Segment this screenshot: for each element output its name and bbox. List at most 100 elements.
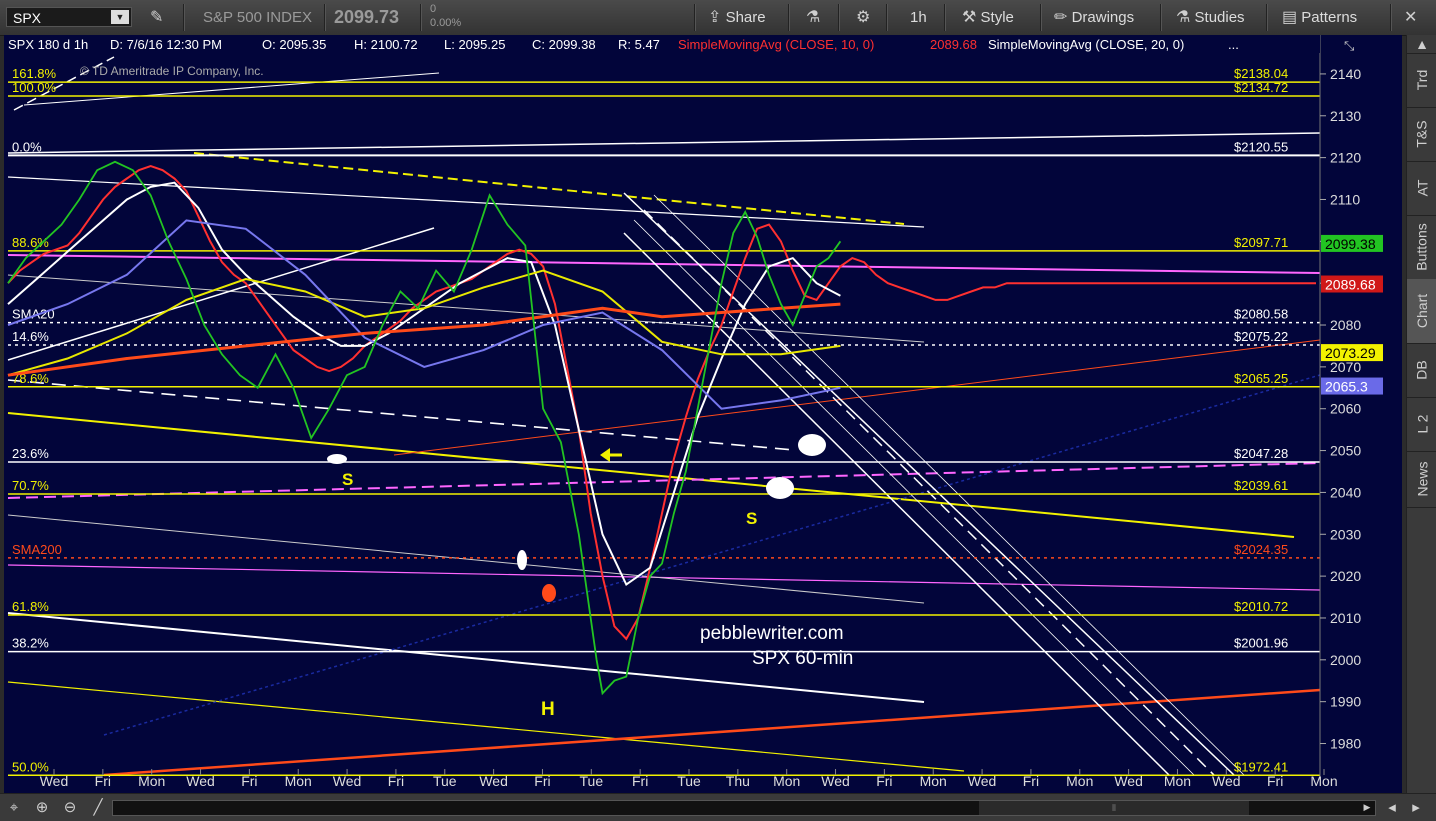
draw-line-icon[interactable]: ╱ xyxy=(88,798,108,818)
x-tick-label: Mon xyxy=(920,773,947,789)
y-tick-label: 2000 xyxy=(1330,652,1361,668)
header-close: C: 2099.38 xyxy=(532,37,596,52)
y-tick-label: 2060 xyxy=(1330,401,1361,417)
style-icon: ⚒ xyxy=(962,9,977,26)
header-sma1-value: 2089.68 xyxy=(930,37,977,52)
pencil-icon[interactable]: ✎ xyxy=(150,0,163,35)
symbol-dropdown-icon[interactable]: ▼ xyxy=(111,10,129,24)
price-chart: 161.8% $2138.04 100.0% $2134.72 0.0% $2120.55… xyxy=(4,35,1402,793)
rail-tab-buttons[interactable]: Buttons xyxy=(1407,215,1436,280)
rail-tab-at[interactable]: AT xyxy=(1407,161,1436,216)
fib-price-label: $2075.22 xyxy=(1234,329,1288,344)
x-tick-label: Mon xyxy=(138,773,165,789)
rail-tab-ts[interactable]: T&S xyxy=(1407,107,1436,162)
marker-oval xyxy=(517,550,527,570)
x-tick-label: Fri xyxy=(1023,773,1039,789)
marker-oval xyxy=(798,434,826,456)
rail-tab-db[interactable]: DB xyxy=(1407,343,1436,398)
y-tick-label: 2110 xyxy=(1330,191,1360,207)
scrollbar-thumb[interactable]: ⦀ xyxy=(979,801,1249,815)
header-range: R: 5.47 xyxy=(618,37,660,52)
x-tick-label: Fri xyxy=(388,773,404,789)
gear-icon[interactable]: ⚙ xyxy=(856,0,870,35)
y-tick-label: 2020 xyxy=(1330,568,1361,584)
studies-button[interactable]: ⚗ Studies xyxy=(1176,0,1245,35)
fib-price-label: $2080.58 xyxy=(1234,307,1288,322)
rail-tab-chart[interactable]: Chart xyxy=(1407,279,1436,344)
crosshair-icon[interactable]: ⌖ xyxy=(4,798,24,818)
price-badge-label: 2065.3 xyxy=(1325,379,1368,395)
chart-area[interactable]: 161.8% $2138.04 100.0% $2134.72 0.0% $2120.55… xyxy=(4,35,1402,793)
fib-label: 14.6% xyxy=(12,329,49,344)
rail-tab-l2[interactable]: L 2 xyxy=(1407,397,1436,452)
top-toolbar: SPX ▼ ✎ S&P 500 INDEX 2099.73 0 0.00% ⇪ … xyxy=(0,0,1436,36)
zoom-in-icon[interactable]: ⊕ xyxy=(32,798,52,818)
zoom-out-icon[interactable]: ⊖ xyxy=(60,798,80,818)
right-rail: ▲ Trd T&S AT Buttons Chart DB L 2 News xyxy=(1406,35,1436,793)
y-tick-label: 2140 xyxy=(1330,66,1361,82)
share-button[interactable]: ⇪ Share xyxy=(708,0,766,35)
fib-price-label: $2138.04 xyxy=(1234,66,1288,81)
marker-oval xyxy=(542,584,556,602)
change-value: 0 xyxy=(430,3,437,15)
header-high: H: 2100.72 xyxy=(354,37,418,52)
marker-oval xyxy=(327,454,347,464)
style-button[interactable]: ⚒ Style xyxy=(962,0,1014,35)
x-tick-label: Wed xyxy=(186,773,215,789)
rail-tab-news[interactable]: News xyxy=(1407,451,1436,508)
chart-expand-icon[interactable]: ⤡ xyxy=(1344,38,1355,53)
x-tick-label: Thu xyxy=(726,773,750,789)
x-tick-label: Mon xyxy=(1066,773,1093,789)
close-icon[interactable]: ✕ xyxy=(1404,0,1417,35)
x-tick-label: Tue xyxy=(677,773,701,789)
share-icon: ⇪ xyxy=(708,9,722,26)
symbol-input[interactable]: SPX ▼ xyxy=(6,7,132,27)
watermark-desc: SPX 60-min xyxy=(752,648,853,669)
x-tick-label: Mon xyxy=(773,773,800,789)
scroll-right-icon[interactable]: ▶ xyxy=(1360,800,1374,814)
x-tick-label: Wed xyxy=(333,773,362,789)
x-tick-label: Wed xyxy=(479,773,508,789)
x-tick-label: Fri xyxy=(1267,773,1283,789)
fib-price-label: $2134.72 xyxy=(1234,80,1288,95)
x-tick-label: Mon xyxy=(1310,773,1337,789)
flask-icon[interactable]: ⚗ xyxy=(806,0,820,35)
period-button[interactable]: 1h xyxy=(910,0,927,35)
fib-label: SMA200 xyxy=(12,542,62,557)
x-tick-label: Mon xyxy=(1164,773,1191,789)
patterns-button[interactable]: ▤ Patterns xyxy=(1282,0,1357,35)
x-tick-label: Wed xyxy=(1212,773,1241,789)
fit-left-icon[interactable]: ◂ xyxy=(1382,798,1402,818)
header-date: D: 7/6/16 12:30 PM xyxy=(110,37,222,52)
time-scrollbar[interactable]: ⦀ xyxy=(112,800,1376,816)
x-tick-label: Wed xyxy=(40,773,69,789)
drawings-icon: ✏ xyxy=(1054,9,1068,26)
x-tick-label: Wed xyxy=(968,773,997,789)
x-tick-label: Fri xyxy=(241,773,257,789)
symbol-text: SPX xyxy=(13,10,42,26)
last-price: 2099.73 xyxy=(334,7,400,27)
fib-label: 161.8% xyxy=(12,66,57,81)
pattern-head: H xyxy=(541,699,555,720)
x-tick-label: Tue xyxy=(580,773,604,789)
drawings-button[interactable]: ✏ Drawings xyxy=(1054,0,1134,35)
fib-price-label: $2097.71 xyxy=(1234,235,1288,250)
rail-tab-trd[interactable]: Trd xyxy=(1407,53,1436,108)
x-tick-label: Fri xyxy=(632,773,648,789)
patterns-icon: ▤ xyxy=(1282,9,1298,26)
y-tick-label: 2120 xyxy=(1330,150,1361,166)
x-tick-label: Wed xyxy=(1114,773,1143,789)
fib-label: 38.2% xyxy=(12,636,49,651)
rail-scroll-up[interactable]: ▲ xyxy=(1407,35,1436,54)
fib-price-label: $2010.72 xyxy=(1234,599,1288,614)
fib-label: 70.7% xyxy=(12,478,49,493)
x-tick-label: Fri xyxy=(95,773,111,789)
price-badge-label: 2089.68 xyxy=(1325,277,1376,293)
fit-right-icon[interactable]: ▸ xyxy=(1406,798,1426,818)
x-tick-label: Wed xyxy=(821,773,850,789)
price-badge-label: 2099.38 xyxy=(1325,236,1376,252)
y-tick-label: 1980 xyxy=(1330,736,1361,752)
header-sma1-label: SimpleMovingAvg (CLOSE, 10, 0) xyxy=(678,37,874,52)
y-tick-label: 1990 xyxy=(1330,694,1361,710)
marker-oval xyxy=(766,477,794,499)
